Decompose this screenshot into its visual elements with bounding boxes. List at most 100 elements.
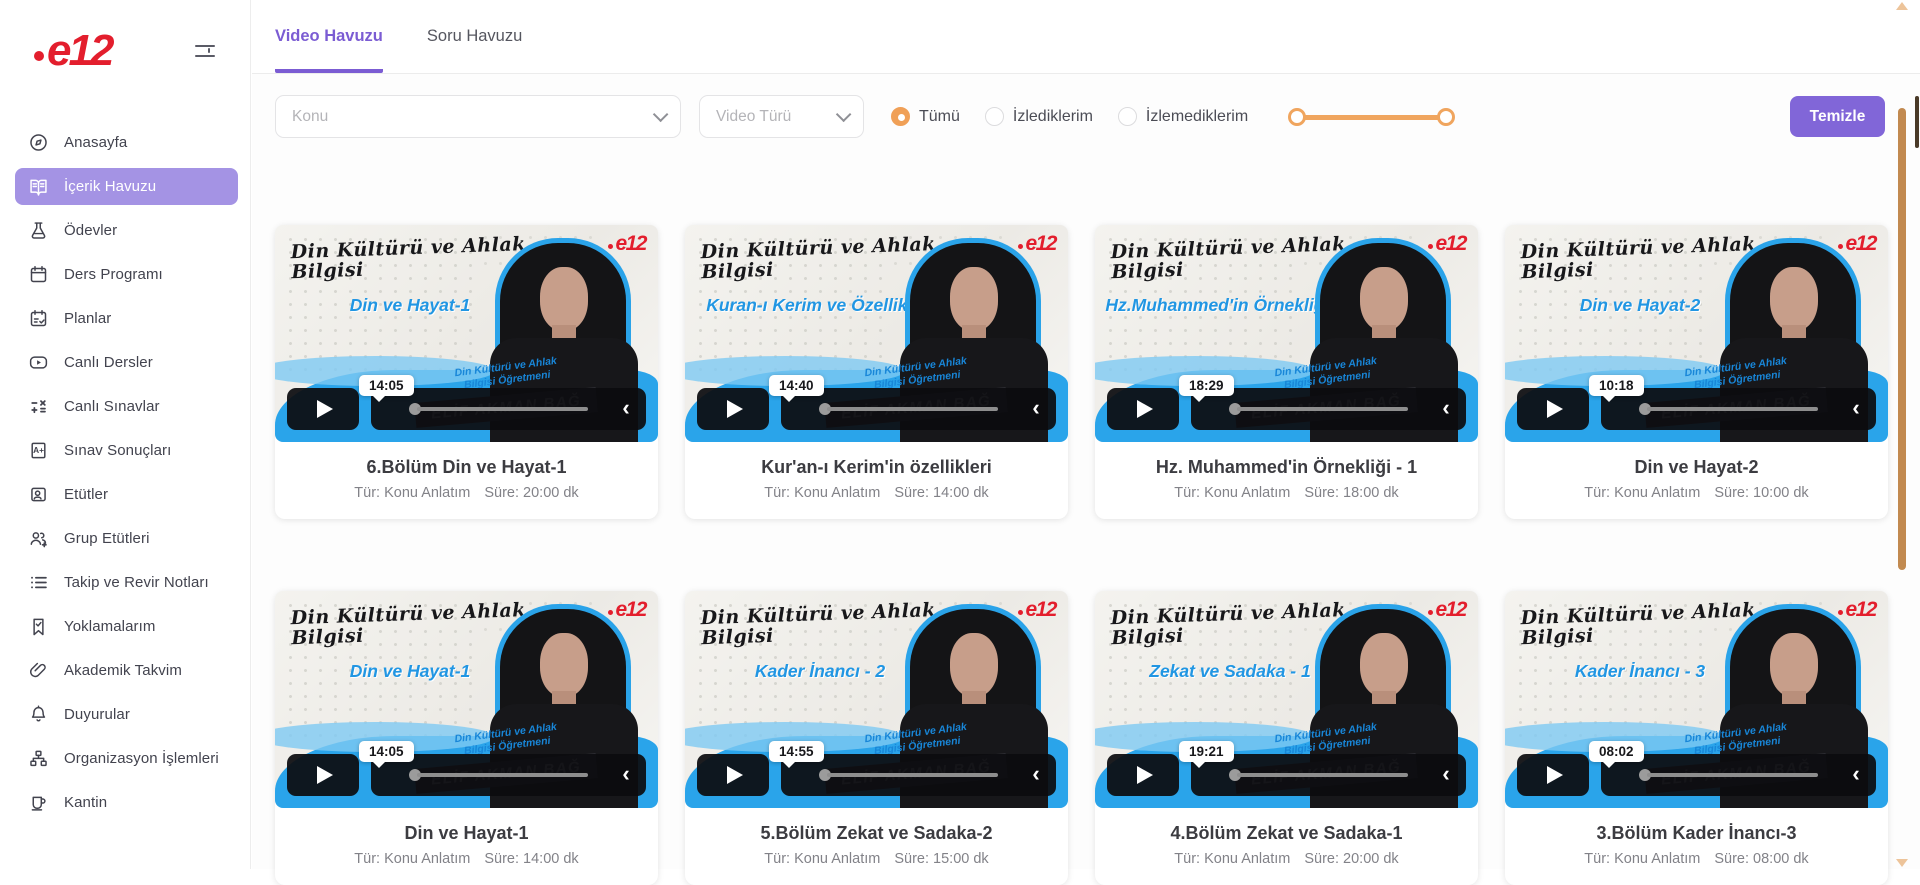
sidebar-item-grup-etütleri[interactable]: Grup Etütleri [15, 520, 238, 557]
sidebar-item-ders-programı[interactable]: Ders Programı [15, 256, 238, 293]
sidebar-item-sınav-sonuçları[interactable]: A+Sınav Sonuçları [15, 432, 238, 469]
sidebar-item-yoklamalarım[interactable]: Yoklamalarım [15, 608, 238, 645]
chevron-left-icon[interactable]: ‹ [1848, 760, 1864, 788]
video-card[interactable]: Din Kültürü ve Ahlak Bilgisi e12 Kader İ… [685, 591, 1068, 885]
sidebar-item-canlı-sınavlar[interactable]: Canlı Sınavlar [15, 388, 238, 425]
video-meta: Tür: Konu AnlatımSüre: 15:00 dk [685, 851, 1068, 867]
scrollbar-thumb[interactable] [1898, 108, 1906, 570]
play-button[interactable] [287, 388, 359, 430]
duration-range-slider[interactable] [1290, 107, 1453, 127]
sidebar-item-akademik-takvim[interactable]: Akademik Takvim [15, 652, 238, 689]
play-icon [727, 400, 743, 418]
sidebar-item-label: Anasayfa [64, 134, 127, 151]
play-button[interactable] [697, 754, 769, 796]
org-chart-icon [28, 748, 49, 769]
sidebar-item-label: Sınav Sonuçları [64, 442, 171, 459]
video-card[interactable]: Din Kültürü ve Ahlak Bilgisi e12 Kader İ… [1505, 591, 1888, 885]
video-title: 6.Bölüm Din ve Hayat-1 [275, 457, 658, 478]
play-icon [727, 766, 743, 784]
sidebar-item-ödevler[interactable]: Ödevler [15, 212, 238, 249]
play-button[interactable] [1107, 388, 1179, 430]
video-meta: Tür: Konu AnlatımSüre: 10:00 dk [1505, 485, 1888, 501]
sidebar-menu: Anasayfa İçerik Havuzu Ödevler Ders Program… [0, 124, 250, 821]
video-card[interactable]: Din Kültürü ve Ahlak Bilgisi e12 Zekat v… [1095, 591, 1478, 885]
video-thumbnail[interactable]: Din Kültürü ve Ahlak Bilgisi e12 Zekat v… [1095, 591, 1478, 808]
video-type: Tür: Konu Anlatım [1174, 485, 1290, 501]
tab-soru-havuzu[interactable]: Soru Havuzu [427, 0, 522, 73]
duration-tooltip: 14:40 [769, 375, 824, 396]
sidebar-item-label: Yoklamalarım [64, 618, 156, 635]
play-button[interactable] [287, 754, 359, 796]
radio-label: İzlemediklerim [1146, 108, 1248, 126]
filter-bar: Konu Video Türü Tümü İzlediklerim İzlemedi… [275, 95, 1885, 138]
tab-video-havuzu[interactable]: Video Havuzu [275, 0, 383, 73]
sidebar-item-etütler[interactable]: Etütler [15, 476, 238, 513]
calendar-check-icon [28, 308, 49, 329]
video-length: Süre: 14:00 dk [484, 851, 578, 867]
slider-track [1296, 115, 1447, 120]
play-icon [317, 766, 333, 784]
video-title: Kur'an-ı Kerim'in özellikleri [685, 457, 1068, 478]
video-thumbnail[interactable]: Din Kültürü ve Ahlak Bilgisi e12 Din ve … [275, 591, 658, 808]
chevron-left-icon[interactable]: ‹ [1848, 394, 1864, 422]
radio-i̇zlemediklerim[interactable]: İzlemediklerim [1118, 107, 1248, 126]
progress-track [1237, 773, 1408, 777]
e12-logo[interactable]: e12 [34, 26, 111, 76]
video-type: Tür: Konu Anlatım [1174, 851, 1290, 867]
chevron-left-icon[interactable]: ‹ [618, 394, 634, 422]
sidebar-item-planlar[interactable]: Planlar [15, 300, 238, 337]
chevron-left-icon[interactable]: ‹ [618, 760, 634, 788]
video-title: Hz. Muhammed'in Örnekliği - 1 [1095, 457, 1478, 478]
video-thumbnail[interactable]: Din Kültürü ve Ahlak Bilgisi e12 Kader İ… [685, 591, 1068, 808]
scrollbar-down-arrow-icon[interactable] [1896, 859, 1908, 867]
slider-handle-right[interactable] [1437, 108, 1455, 126]
person-frame-icon [28, 484, 49, 505]
progress-track [1237, 407, 1408, 411]
radio-i̇zlediklerim[interactable]: İzlediklerim [985, 107, 1093, 126]
video-thumbnail[interactable]: Din Kültürü ve Ahlak Bilgisi e12 Kader İ… [1505, 591, 1888, 808]
duration-tooltip: 18:29 [1179, 375, 1234, 396]
sidebar-collapse-icon[interactable] [195, 44, 217, 60]
chevron-left-icon[interactable]: ‹ [1028, 760, 1044, 788]
progress-track [1647, 773, 1818, 777]
calendar-icon [28, 264, 49, 285]
video-card[interactable]: Din Kültürü ve Ahlak Bilgisi e12 Din ve … [275, 591, 658, 885]
scrollbar-up-arrow-icon[interactable] [1896, 2, 1908, 10]
sidebar-item-kantin[interactable]: Kantin [15, 784, 238, 821]
video-length: Süre: 18:00 dk [1304, 485, 1398, 501]
sidebar-item-takip-ve-revir-notları[interactable]: Takip ve Revir Notları [15, 564, 238, 601]
video-length: Süre: 20:00 dk [484, 485, 578, 501]
chevron-left-icon[interactable]: ‹ [1028, 394, 1044, 422]
video-card[interactable]: Din Kültürü ve Ahlak Bilgisi e12 Din ve … [1505, 225, 1888, 519]
video-card[interactable]: Din Kültürü ve Ahlak Bilgisi e12 Din ve … [275, 225, 658, 519]
sidebar-item-label: Ödevler [64, 222, 117, 239]
clear-filters-button[interactable]: Temizle [1790, 96, 1885, 137]
duration-tooltip: 08:02 [1589, 741, 1644, 762]
main-content: Video Havuzu Soru Havuzu Konu Video Türü … [252, 0, 1920, 869]
video-card[interactable]: Din Kültürü ve Ahlak Bilgisi e12 Kuran-ı… [685, 225, 1068, 519]
play-button[interactable] [697, 388, 769, 430]
play-button[interactable] [1517, 754, 1589, 796]
video-length: Süre: 14:00 dk [894, 485, 988, 501]
chevron-down-icon [836, 107, 852, 123]
chevron-left-icon[interactable]: ‹ [1438, 760, 1454, 788]
video-thumbnail[interactable]: Din Kültürü ve Ahlak Bilgisi e12 Din ve … [275, 225, 658, 442]
video-thumbnail[interactable]: Din Kültürü ve Ahlak Bilgisi e12 Din ve … [1505, 225, 1888, 442]
sidebar-item-i-çerik-havuzu[interactable]: İçerik Havuzu [15, 168, 238, 205]
slider-handle-left[interactable] [1288, 108, 1306, 126]
sidebar-item-organizasyon-i-şlemleri[interactable]: Organizasyon İşlemleri [15, 740, 238, 777]
video-turu-select[interactable]: Video Türü [699, 95, 864, 138]
play-button[interactable] [1517, 388, 1589, 430]
chevron-left-icon[interactable]: ‹ [1438, 394, 1454, 422]
konu-select[interactable]: Konu [275, 95, 681, 138]
play-button[interactable] [1107, 754, 1179, 796]
video-card[interactable]: Din Kültürü ve Ahlak Bilgisi e12 Hz.Muha… [1095, 225, 1478, 519]
video-thumbnail[interactable]: Din Kültürü ve Ahlak Bilgisi e12 Kuran-ı… [685, 225, 1068, 442]
flask-icon [28, 220, 49, 241]
sidebar-item-canlı-dersler[interactable]: Canlı Dersler [15, 344, 238, 381]
sidebar-item-duyurular[interactable]: Duyurular [15, 696, 238, 733]
radio-tümü[interactable]: Tümü [891, 107, 960, 126]
video-thumbnail[interactable]: Din Kültürü ve Ahlak Bilgisi e12 Hz.Muha… [1095, 225, 1478, 442]
video-length: Süre: 15:00 dk [894, 851, 988, 867]
sidebar-item-anasayfa[interactable]: Anasayfa [15, 124, 238, 161]
